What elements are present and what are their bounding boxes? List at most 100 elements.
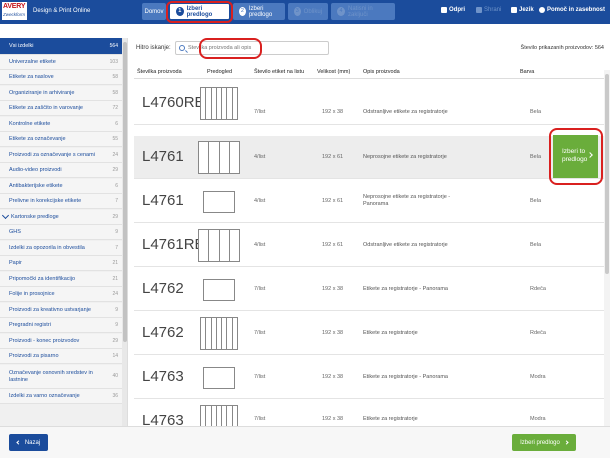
sidebar-item[interactable]: Označevanje osnovnih sredstev in lastnin…: [0, 365, 122, 389]
per-sheet: 7/list: [254, 286, 266, 292]
open-button[interactable]: Odpri: [441, 7, 465, 13]
per-sheet: 7/list: [254, 374, 266, 380]
column-header-per-sheet[interactable]: Število etiket na listu: [254, 69, 304, 75]
product-code: L4761: [142, 192, 184, 209]
avery-logo[interactable]: AVERY Zweckform: [2, 2, 27, 20]
table-row[interactable]: L4762 7/list 192 x 38 Etikete za registr…: [134, 312, 604, 355]
product-code: L4761: [142, 148, 184, 165]
sidebar-item[interactable]: Kontrolne etikete 6: [0, 117, 122, 132]
step-3-design[interactable]: 3 Oblikuj: [288, 3, 328, 20]
size: 192 x 38: [322, 109, 344, 115]
sidebar-item-label: Organiziranje in arhiviranje: [9, 90, 75, 96]
sidebar-item-label: Etikete za označevanje: [9, 136, 66, 142]
size: 192 x 38: [322, 330, 344, 336]
sidebar-item[interactable]: Pregradni registri 9: [0, 318, 122, 333]
table-row[interactable]: L4761REV 4/list 192 x 61 Odstranljive et…: [134, 224, 604, 267]
step-number: 2: [239, 7, 246, 16]
save-button[interactable]: Shrani: [476, 7, 501, 13]
sidebar-item[interactable]: Izdelki za opozorila in obvestila 7: [0, 241, 122, 256]
header-divider: [134, 78, 604, 79]
column-header-description[interactable]: Opis proizvoda: [363, 69, 400, 75]
sidebar-item-label: Papir: [9, 260, 22, 266]
sidebar-item[interactable]: Univerzalne etikete 103: [0, 55, 122, 70]
step-label: Oblikuj: [303, 8, 322, 15]
help-label: Pomoč in zasebnost: [547, 7, 606, 13]
sidebar-item-label: Pripomočki za identifikacijo: [9, 276, 76, 282]
sidebar-scroll-thumb[interactable]: [123, 42, 127, 342]
sidebar-item[interactable]: Folije in prosojnice 24: [0, 287, 122, 302]
step-2-select-template[interactable]: 2 Izberi predlogo: [233, 3, 285, 20]
sidebar-item[interactable]: Antibakterijske etikete 6: [0, 179, 122, 194]
step-home[interactable]: Domov: [142, 3, 166, 20]
sidebar-item-all-products[interactable]: Vsi izdelki 564: [0, 38, 122, 55]
table-row-hover[interactable]: L4761 4/list 192 x 61 Neprosojne etikete…: [134, 136, 604, 179]
sidebar-item-count: 9: [115, 322, 118, 328]
sidebar-item-label: Folije in prosojnice: [9, 291, 55, 297]
per-sheet: 4/list: [254, 154, 266, 160]
sidebar-item-label: Kontrolne etikete: [9, 121, 51, 127]
open-label: Odpri: [449, 7, 465, 13]
sidebar-item[interactable]: GHS 9: [0, 225, 122, 240]
sidebar-item[interactable]: Organiziranje in arhiviranje 58: [0, 86, 122, 101]
sidebar-item[interactable]: Proizvodi za pisarno 14: [0, 349, 122, 364]
size: 192 x 38: [322, 286, 344, 292]
sidebar-item-label: Izdelki za varno označevanje: [9, 393, 80, 399]
sidebar-item[interactable]: Audio-video proizvodi 29: [0, 163, 122, 178]
product-code: L4762: [142, 324, 184, 341]
sidebar-item-label: Proizvodi za označevanje s cenami: [9, 152, 95, 158]
sidebar-item-count: 6: [115, 121, 118, 127]
sidebar-item[interactable]: Proizvodi za označevanje s cenami 24: [0, 148, 122, 163]
table-row[interactable]: L4762 7/list 192 x 38 Etikete za registr…: [134, 268, 604, 311]
column-header-color[interactable]: Barva: [520, 69, 534, 75]
main-scrollbar[interactable]: [604, 70, 610, 426]
highlight-active-step: [166, 1, 233, 23]
sidebar-item-label: Pregradni registri: [9, 322, 51, 328]
table-row[interactable]: L4760REV 7/list 192 x 38 Odstranljive et…: [134, 82, 604, 125]
back-label: Nazaj: [24, 439, 41, 446]
help-button[interactable]: Pomoč in zasebnost: [539, 7, 605, 13]
back-button[interactable]: Nazaj: [9, 434, 48, 451]
template-preview: [200, 317, 238, 350]
step-4-print[interactable]: 4 Natisni in zaključi: [331, 3, 395, 20]
sidebar-item[interactable]: Etikete za zaščito in varovanje 72: [0, 101, 122, 116]
sidebar-item[interactable]: Etikete za naslove 58: [0, 70, 122, 85]
table-row[interactable]: L4763 7/list 192 x 38 Etikete za registr…: [134, 356, 604, 399]
footer-bar: Nazaj Izberi predlogo: [0, 426, 610, 458]
main-scroll-thumb[interactable]: [605, 74, 609, 274]
sidebar-item-count: 24: [112, 152, 118, 158]
color: Modra: [530, 374, 546, 380]
sidebar-item-count: 36: [112, 393, 118, 399]
save-icon: [476, 7, 482, 13]
column-header-preview: Predogled: [207, 69, 233, 75]
column-header-size[interactable]: Velikost (mm): [317, 69, 350, 75]
product-code: L4763: [142, 412, 184, 426]
sidebar-item[interactable]: Etikete za označevanje 55: [0, 132, 122, 147]
sidebar-item-count: 21: [112, 260, 118, 266]
step-label: Natisni in zaključi: [348, 5, 373, 18]
shown-count: Število prikazanih proizvodov: 564: [520, 45, 604, 51]
chevron-left-icon: [16, 440, 21, 445]
table-row[interactable]: L4761 4/list 192 x 61 Neprosojne etikete…: [134, 180, 604, 223]
sidebar-item[interactable]: Izdelki za varno označevanje 36: [0, 389, 122, 404]
column-header-code[interactable]: Številka proizvoda: [137, 69, 182, 75]
sidebar-item[interactable]: Proizvodi za kreativno ustvarjanje 9: [0, 303, 122, 318]
select-template-button[interactable]: Izberi predlogo: [512, 434, 576, 451]
per-sheet: 4/list: [254, 242, 266, 248]
next-label: Izberi predlogo: [520, 439, 560, 446]
sidebar-item[interactable]: Pripomočki za identifikacijo 21: [0, 272, 122, 287]
template-preview: [203, 191, 235, 213]
sidebar-item[interactable]: Papir 21: [0, 256, 122, 271]
sidebar-item-expanded[interactable]: Kartonske predloge 29: [0, 210, 122, 225]
sidebar-item[interactable]: Prelivne in korekcijske etikete 7: [0, 194, 122, 209]
color: Bela: [530, 242, 542, 248]
table-row[interactable]: L4763 7/list 192 x 38 Etikete za registr…: [134, 400, 604, 426]
sidebar-item-count: 7: [115, 245, 118, 251]
language-button[interactable]: Jezik: [511, 7, 534, 13]
sidebar-scrollbar[interactable]: [122, 38, 127, 426]
sidebar-item[interactable]: Proizvodi - konec proizvodov 29: [0, 334, 122, 349]
category-sidebar: Vsi izdelki 564 Univerzalne etikete 103 Et…: [0, 38, 128, 426]
sidebar-item-label: Izdelki za opozorila in obvestila: [9, 245, 85, 251]
sidebar-item-label: Antibakterijske etikete: [9, 183, 63, 189]
sidebar-item-count: 9: [115, 229, 118, 235]
description: Etikete za registratorje: [363, 416, 418, 422]
